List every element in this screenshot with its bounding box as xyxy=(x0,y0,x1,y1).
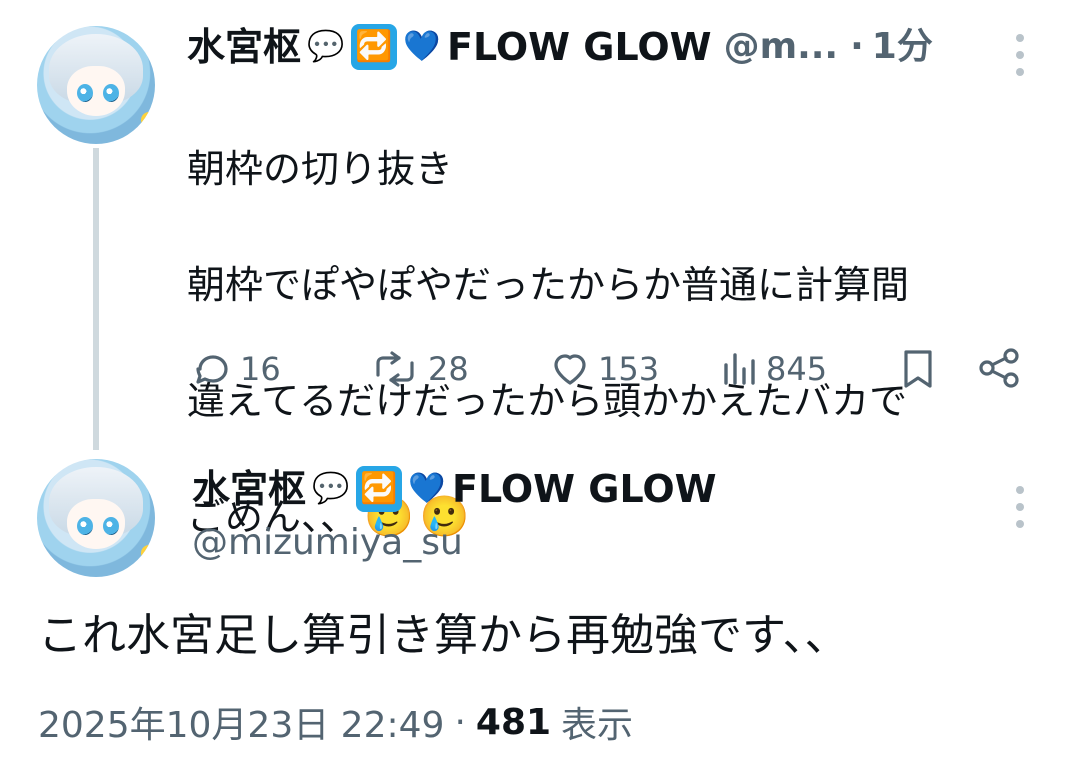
bookmark-button[interactable] xyxy=(898,346,938,394)
reply-icon xyxy=(196,355,228,384)
reply-count: 16 xyxy=(240,350,281,388)
repeat-icon: 🔁 xyxy=(356,466,403,512)
views-label: 表示 xyxy=(561,705,634,746)
meta-dot: · xyxy=(454,701,466,743)
view-count: 481 xyxy=(475,701,552,743)
speech-bubble-icon: 💬 xyxy=(307,29,345,64)
handle[interactable]: @mizumiya_su xyxy=(192,522,463,563)
like-button[interactable]: 153 xyxy=(548,349,659,389)
author-row[interactable]: 水宮枢 💬 🔁 💙 FLOW GLOW xyxy=(192,466,717,512)
display-name[interactable]: 水宮枢 xyxy=(187,25,301,69)
reply-button[interactable]: 16 xyxy=(190,349,281,389)
separator: · xyxy=(850,26,864,67)
tweet-text-line1: 朝枠の切り抜き xyxy=(187,147,454,191)
views-button[interactable]: 845 xyxy=(720,349,827,389)
badge-label: FLOW GLOW xyxy=(447,25,712,69)
like-count: 153 xyxy=(598,350,660,388)
views-icon xyxy=(724,353,755,385)
blue-heart-icon: 💙 xyxy=(408,471,446,506)
more-icon[interactable] xyxy=(1014,34,1026,76)
thread-line xyxy=(93,148,99,450)
repost-button[interactable]: 28 xyxy=(368,349,469,389)
smiley-icon xyxy=(141,545,155,561)
handle: @m... xyxy=(723,26,839,67)
views-count: 845 xyxy=(766,350,828,388)
timestamp[interactable]: 2025年10月23日 22:49 xyxy=(38,696,444,748)
badge-label: FLOW GLOW xyxy=(452,467,717,511)
smiley-icon xyxy=(141,112,155,128)
share-button[interactable] xyxy=(975,346,1025,394)
tweet-text-line2: 朝枠でぽやぽやだったからか普通に計算間 xyxy=(187,263,910,307)
repost-icon xyxy=(376,351,414,387)
speech-bubble-icon: 💬 xyxy=(312,471,350,506)
more-icon[interactable] xyxy=(1014,486,1026,528)
like-icon xyxy=(554,354,586,385)
avatar-eye-right xyxy=(103,517,119,535)
display-name[interactable]: 水宮枢 xyxy=(192,467,306,511)
bookmark-icon xyxy=(904,350,932,388)
tweet-meta: 2025年10月23日 22:49 · 481 表示 xyxy=(38,696,633,748)
avatar-eye-left xyxy=(77,84,93,102)
avatar-eye-right xyxy=(103,84,119,102)
avatar[interactable] xyxy=(37,26,155,144)
avatar[interactable] xyxy=(37,459,155,577)
repost-count: 28 xyxy=(428,350,469,388)
share-icon xyxy=(979,348,1019,388)
tweet-text: これ水宮足し算引き算から再勉強です、、 xyxy=(38,610,849,661)
author-row[interactable]: 水宮枢 💬 🔁 💙 FLOW GLOW @m... · 1分 xyxy=(187,24,933,70)
repeat-icon: 🔁 xyxy=(351,24,398,70)
blue-heart-icon: 💙 xyxy=(403,29,441,64)
time[interactable]: 1分 xyxy=(872,25,933,69)
avatar-eye-left xyxy=(77,517,93,535)
